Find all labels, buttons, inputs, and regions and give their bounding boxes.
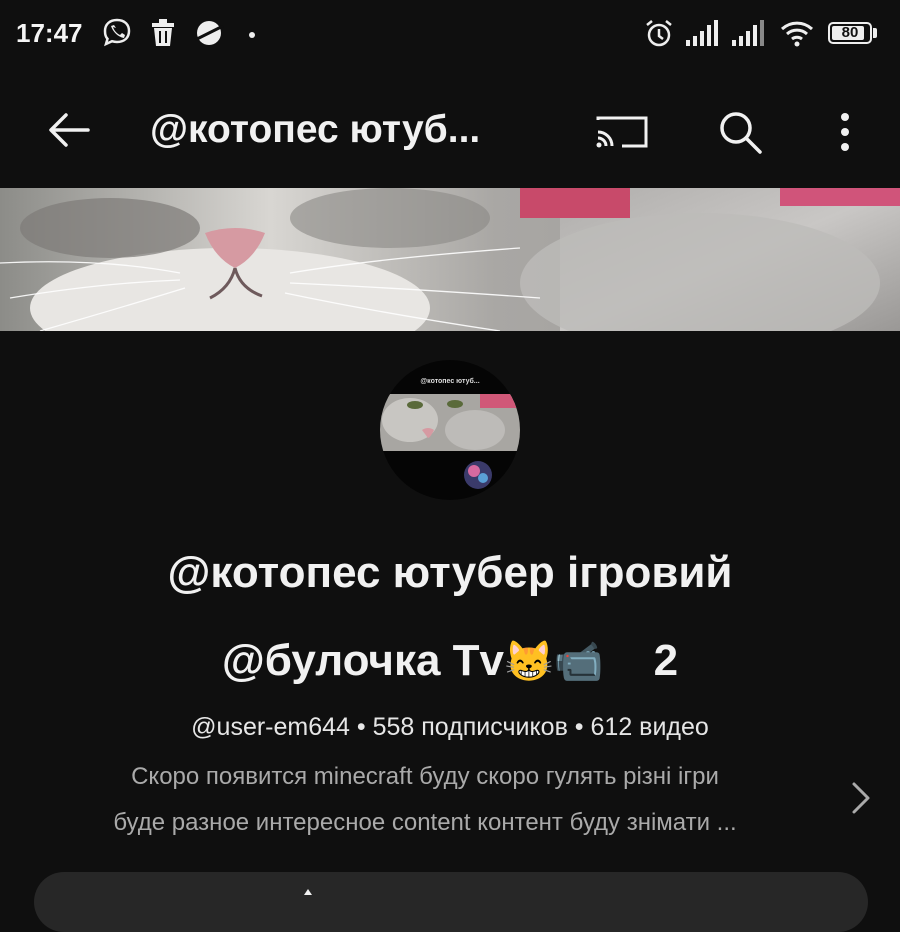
channel-handle: @user-em644 <box>191 713 350 741</box>
cast-icon <box>596 116 648 148</box>
video-count: 612 видео <box>590 713 709 741</box>
channel-name-line1: @котопес ютубер ігровий <box>167 548 733 597</box>
signal-icon <box>686 20 718 46</box>
more-options-button[interactable] <box>815 102 875 162</box>
channel-description-line1[interactable]: Скоро появится minecraft буду скоро гуля… <box>30 763 820 791</box>
search-button[interactable] <box>710 102 770 162</box>
battery-tip <box>873 28 877 38</box>
planet-icon <box>194 21 224 45</box>
back-button[interactable] <box>40 100 100 160</box>
app-bar: @котопес ютуб... <box>0 80 900 180</box>
meta-separator: • <box>349 713 373 741</box>
channel-name-emoji: 😸📹 <box>504 640 604 684</box>
subscriber-count: 558 подписчиков <box>372 713 568 741</box>
bottom-action-card[interactable] <box>34 872 868 932</box>
channel-avatar[interactable]: @котопес ютуб... <box>380 360 520 500</box>
channel-description-line2[interactable]: буде разное интересное content контент б… <box>30 809 820 837</box>
wifi-icon <box>780 21 814 47</box>
cast-button[interactable] <box>588 102 648 162</box>
back-arrow-icon <box>49 113 90 147</box>
status-time: 17:47 <box>16 18 83 48</box>
dot-icon <box>249 32 255 38</box>
status-bar: 17:47 80 <box>0 0 900 70</box>
avatar-image <box>380 394 520 489</box>
channel-name-line2: @булочка Tv😸📹 2 <box>30 636 870 686</box>
meta-separator: • <box>567 713 591 741</box>
channel-banner <box>0 188 900 331</box>
alarm-icon <box>646 20 672 47</box>
viber-icon <box>103 18 131 47</box>
battery-icon: 80 <box>828 22 872 44</box>
bell-icon <box>304 889 312 895</box>
channel-name-text: @булочка Tv <box>221 636 505 685</box>
description-expand-button[interactable] <box>846 778 876 818</box>
app-bar-title: @котопес ютуб... <box>150 108 481 151</box>
chevron-right-icon <box>852 782 870 814</box>
channel-name-suffix: 2 <box>653 636 679 685</box>
search-icon <box>720 112 762 154</box>
battery-percent: 80 <box>841 24 859 41</box>
cat-banner-image <box>0 188 900 331</box>
trash-icon <box>152 19 174 46</box>
more-vert-icon <box>841 113 849 151</box>
signal-icon <box>732 20 764 46</box>
channel-meta: @user-em644 • 558 подписчиков • 612 виде… <box>30 713 870 742</box>
